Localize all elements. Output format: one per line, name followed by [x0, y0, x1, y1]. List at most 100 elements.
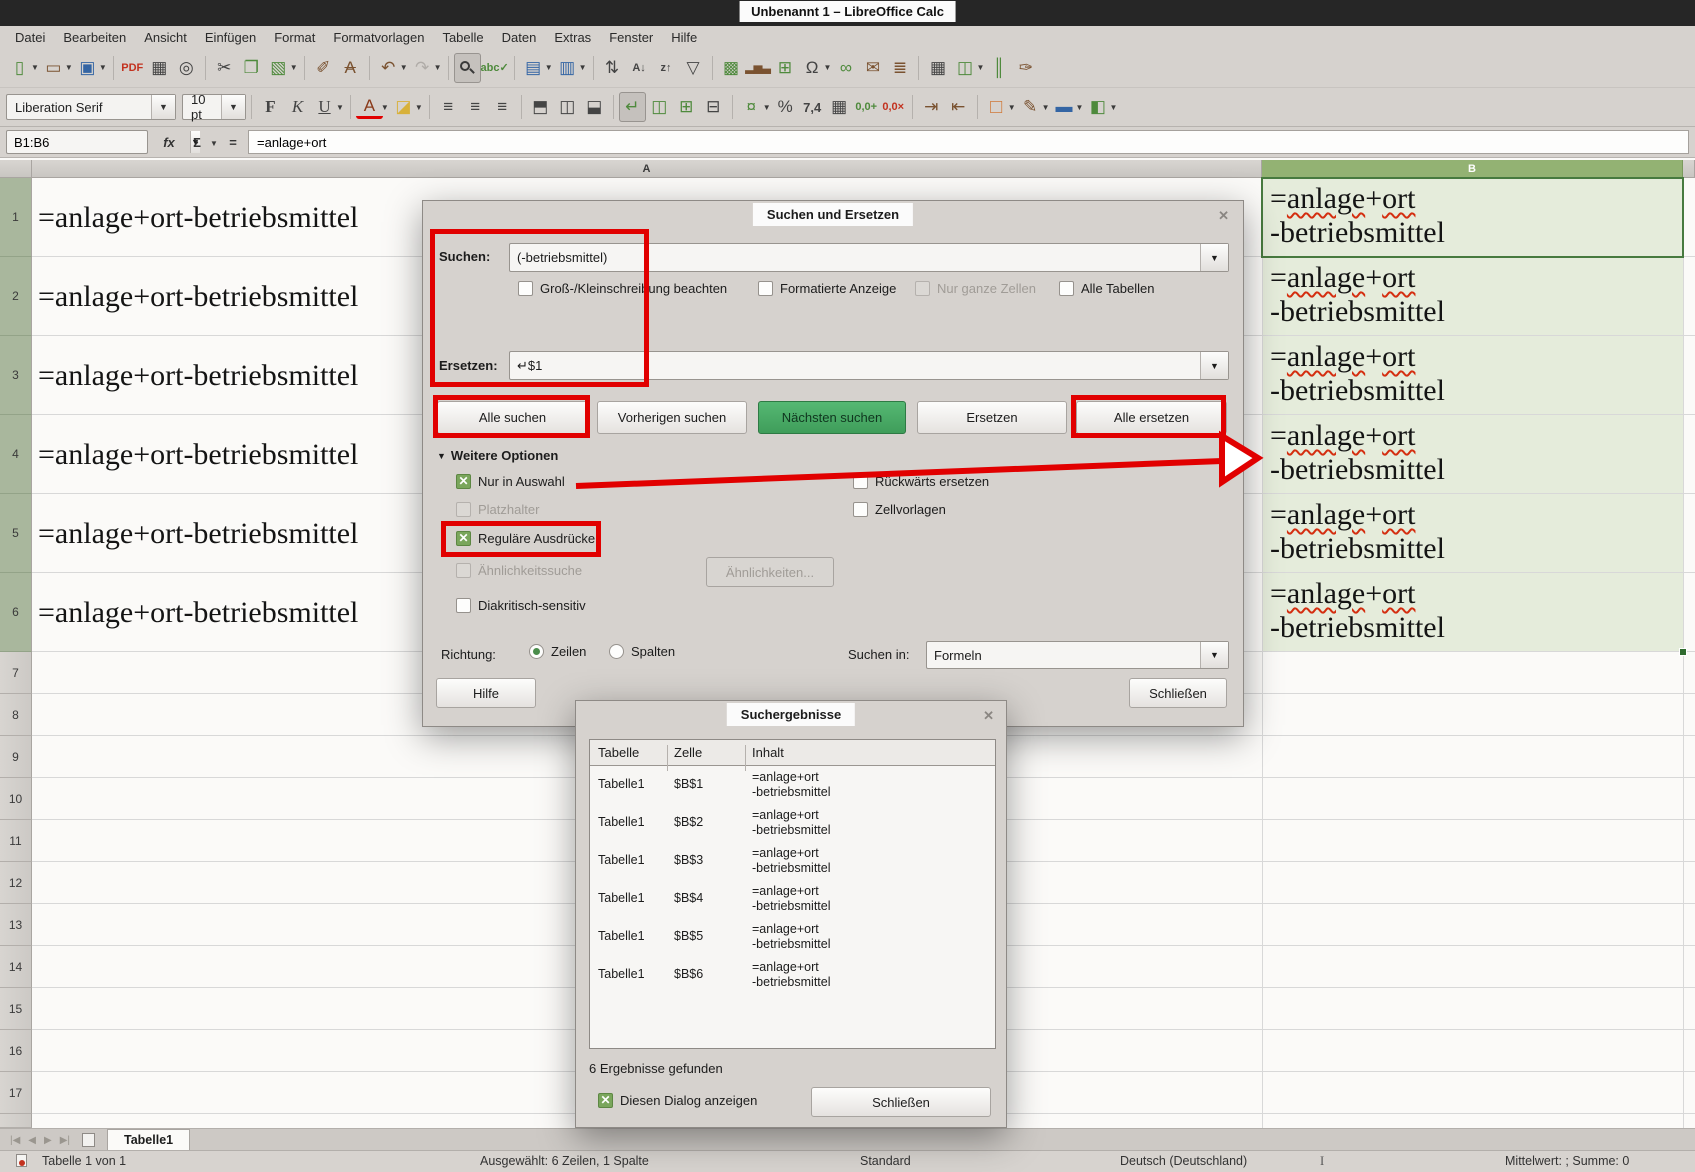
- align-center-icon[interactable]: ≡: [462, 92, 489, 122]
- last-sheet-icon[interactable]: ▶|: [56, 1131, 74, 1150]
- column-header-zelle[interactable]: Zelle: [674, 745, 702, 760]
- border-color-dropdown[interactable]: ▼: [1076, 103, 1084, 112]
- row-header-8[interactable]: 8: [0, 694, 32, 736]
- selection-only-checkbox[interactable]: Nur in Auswahl: [456, 474, 565, 489]
- all-sheets-checkbox[interactable]: Alle Tabellen: [1059, 281, 1154, 296]
- copy-icon[interactable]: ❐: [238, 53, 265, 83]
- search-in-dropdown[interactable]: Formeln ▼: [926, 641, 1229, 669]
- next-sheet-icon[interactable]: ▶: [40, 1131, 56, 1150]
- border-style-icon[interactable]: ✎: [1017, 92, 1044, 122]
- paste-dropdown[interactable]: ▼: [290, 63, 298, 72]
- border-style-dropdown[interactable]: ▼: [1042, 103, 1050, 112]
- regex-checkbox[interactable]: Reguläre Ausdrücke: [456, 531, 595, 546]
- menu-fenster[interactable]: Fenster: [600, 27, 662, 48]
- selection-info[interactable]: Ausgewählt: 6 Zeilen, 1 Spalte: [480, 1154, 649, 1168]
- row-header-16[interactable]: 16: [0, 1030, 32, 1072]
- number-format-icon[interactable]: 7,4: [799, 92, 826, 122]
- search-in-dropdown-button[interactable]: ▼: [1200, 642, 1228, 668]
- menu-extras[interactable]: Extras: [545, 27, 600, 48]
- highlight-color-dropdown[interactable]: ▼: [415, 103, 423, 112]
- result-row-2[interactable]: Tabelle1$B$2 =anlage+ort-betriebsmittel: [590, 804, 995, 842]
- sum-dropdown[interactable]: ▼: [210, 139, 218, 148]
- column-icon[interactable]: ▥: [554, 53, 581, 83]
- new-document-icon[interactable]: ▯: [6, 53, 33, 83]
- font-size-combo[interactable]: 10 pt ▼: [182, 94, 246, 120]
- borders-dropdown[interactable]: ▼: [1008, 103, 1016, 112]
- search-combo[interactable]: (-betriebsmittel) ▼: [509, 243, 1229, 272]
- equals-icon[interactable]: =: [220, 130, 246, 154]
- save-icon[interactable]: ▣: [74, 53, 101, 83]
- special-character-dropdown[interactable]: ▼: [824, 63, 832, 72]
- undo-dropdown[interactable]: ▼: [400, 63, 408, 72]
- open-icon[interactable]: ▭: [40, 53, 67, 83]
- redo-icon[interactable]: ↷: [409, 53, 436, 83]
- show-dialog-checkbox[interactable]: Diesen Dialog anzeigen: [598, 1093, 757, 1108]
- previous-sheet-icon[interactable]: ◀: [24, 1131, 40, 1150]
- font-name-dropdown[interactable]: ▼: [151, 95, 175, 119]
- special-character-icon[interactable]: Ω: [799, 53, 826, 83]
- help-button[interactable]: Hilfe: [436, 678, 536, 708]
- cell-a4[interactable]: =anlage+ort-betriebsmittel: [38, 415, 358, 494]
- menu-hilfe[interactable]: Hilfe: [662, 27, 706, 48]
- column-header-b[interactable]: B: [1262, 160, 1683, 178]
- menu-daten[interactable]: Daten: [493, 27, 546, 48]
- row-header-2[interactable]: 2: [0, 257, 32, 336]
- border-color-icon[interactable]: ▬: [1051, 92, 1078, 122]
- match-case-checkbox[interactable]: Groß-/Kleinschreibung beachten: [518, 281, 727, 296]
- borders-icon[interactable]: □: [983, 92, 1010, 122]
- cell-b4[interactable]: =anlage+ort-betriebsmittel: [1270, 419, 1445, 487]
- result-row-3[interactable]: Tabelle1$B$3 =anlage+ort-betriebsmittel: [590, 842, 995, 880]
- formatted-display-checkbox[interactable]: Formatierte Anzeige: [758, 281, 896, 296]
- unmerge-cells-icon[interactable]: ⊟: [700, 92, 727, 122]
- cell-a2[interactable]: =anlage+ort-betriebsmittel: [38, 257, 358, 336]
- clear-formatting-icon[interactable]: A: [337, 53, 364, 83]
- decrease-indent-icon[interactable]: ⇤: [945, 92, 972, 122]
- other-options-expander[interactable]: ▼Weitere Optionen: [437, 448, 558, 463]
- wrap-text-icon[interactable]: ↵: [619, 92, 646, 122]
- insert-image-icon[interactable]: ▩: [718, 53, 745, 83]
- column-header-inhalt[interactable]: Inhalt: [752, 745, 784, 760]
- row-header-9[interactable]: 9: [0, 736, 32, 778]
- valign-bottom-icon[interactable]: ⬓: [581, 92, 608, 122]
- page-style[interactable]: Standard: [860, 1154, 911, 1168]
- sort-icon[interactable]: ⇅: [599, 53, 626, 83]
- menu-ansicht[interactable]: Ansicht: [135, 27, 196, 48]
- row-header-5[interactable]: 5: [0, 494, 32, 573]
- cell-a3[interactable]: =anlage+ort-betriebsmittel: [38, 336, 358, 415]
- conditional-formatting-icon[interactable]: ◧: [1084, 92, 1111, 122]
- row-header-4[interactable]: 4: [0, 415, 32, 494]
- increase-indent-icon[interactable]: ⇥: [918, 92, 945, 122]
- find-previous-button[interactable]: Vorherigen suchen: [597, 401, 747, 434]
- bold-icon[interactable]: F: [257, 92, 284, 122]
- add-decimal-icon[interactable]: 0,0+: [853, 92, 880, 122]
- cell-a1[interactable]: =anlage+ort-betriebsmittel: [38, 178, 358, 257]
- align-right-icon[interactable]: ≡: [489, 92, 516, 122]
- valign-center-icon[interactable]: ◫: [554, 92, 581, 122]
- align-left-icon[interactable]: ≡: [435, 92, 462, 122]
- row-header-17[interactable]: 17: [0, 1072, 32, 1114]
- underline-dropdown[interactable]: ▼: [336, 103, 344, 112]
- date-format-icon[interactable]: ▦: [826, 92, 853, 122]
- column-header-a[interactable]: A: [32, 160, 1262, 178]
- row-header-12[interactable]: 12: [0, 862, 32, 904]
- results-close-button[interactable]: Schließen: [811, 1087, 991, 1117]
- result-row-4[interactable]: Tabelle1$B$4 =anlage+ort-betriebsmittel: [590, 880, 995, 918]
- menu-tabelle[interactable]: Tabelle: [433, 27, 492, 48]
- row-header-1[interactable]: 1: [0, 178, 32, 257]
- pivot-table-icon[interactable]: ⊞: [772, 53, 799, 83]
- row-header-14[interactable]: 14: [0, 946, 32, 988]
- row-header-11[interactable]: 11: [0, 820, 32, 862]
- row-header-7[interactable]: 7: [0, 652, 32, 694]
- column-header-tabelle[interactable]: Tabelle: [598, 745, 639, 760]
- rows-radio[interactable]: Zeilen: [529, 644, 586, 659]
- name-box[interactable]: ▼: [6, 130, 148, 154]
- freeze-dropdown[interactable]: ▼: [976, 63, 984, 72]
- cell-b5[interactable]: =anlage+ort-betriebsmittel: [1270, 498, 1445, 566]
- print-area-icon[interactable]: ▦: [924, 53, 951, 83]
- highlight-color-icon[interactable]: ◪: [390, 92, 417, 122]
- cut-icon[interactable]: ✂: [211, 53, 238, 83]
- replace-button[interactable]: Ersetzen: [917, 401, 1067, 434]
- split-window-icon[interactable]: ║: [985, 53, 1012, 83]
- remove-decimal-icon[interactable]: 0,0×: [880, 92, 907, 122]
- cell-b3[interactable]: =anlage+ort-betriebsmittel: [1270, 340, 1445, 408]
